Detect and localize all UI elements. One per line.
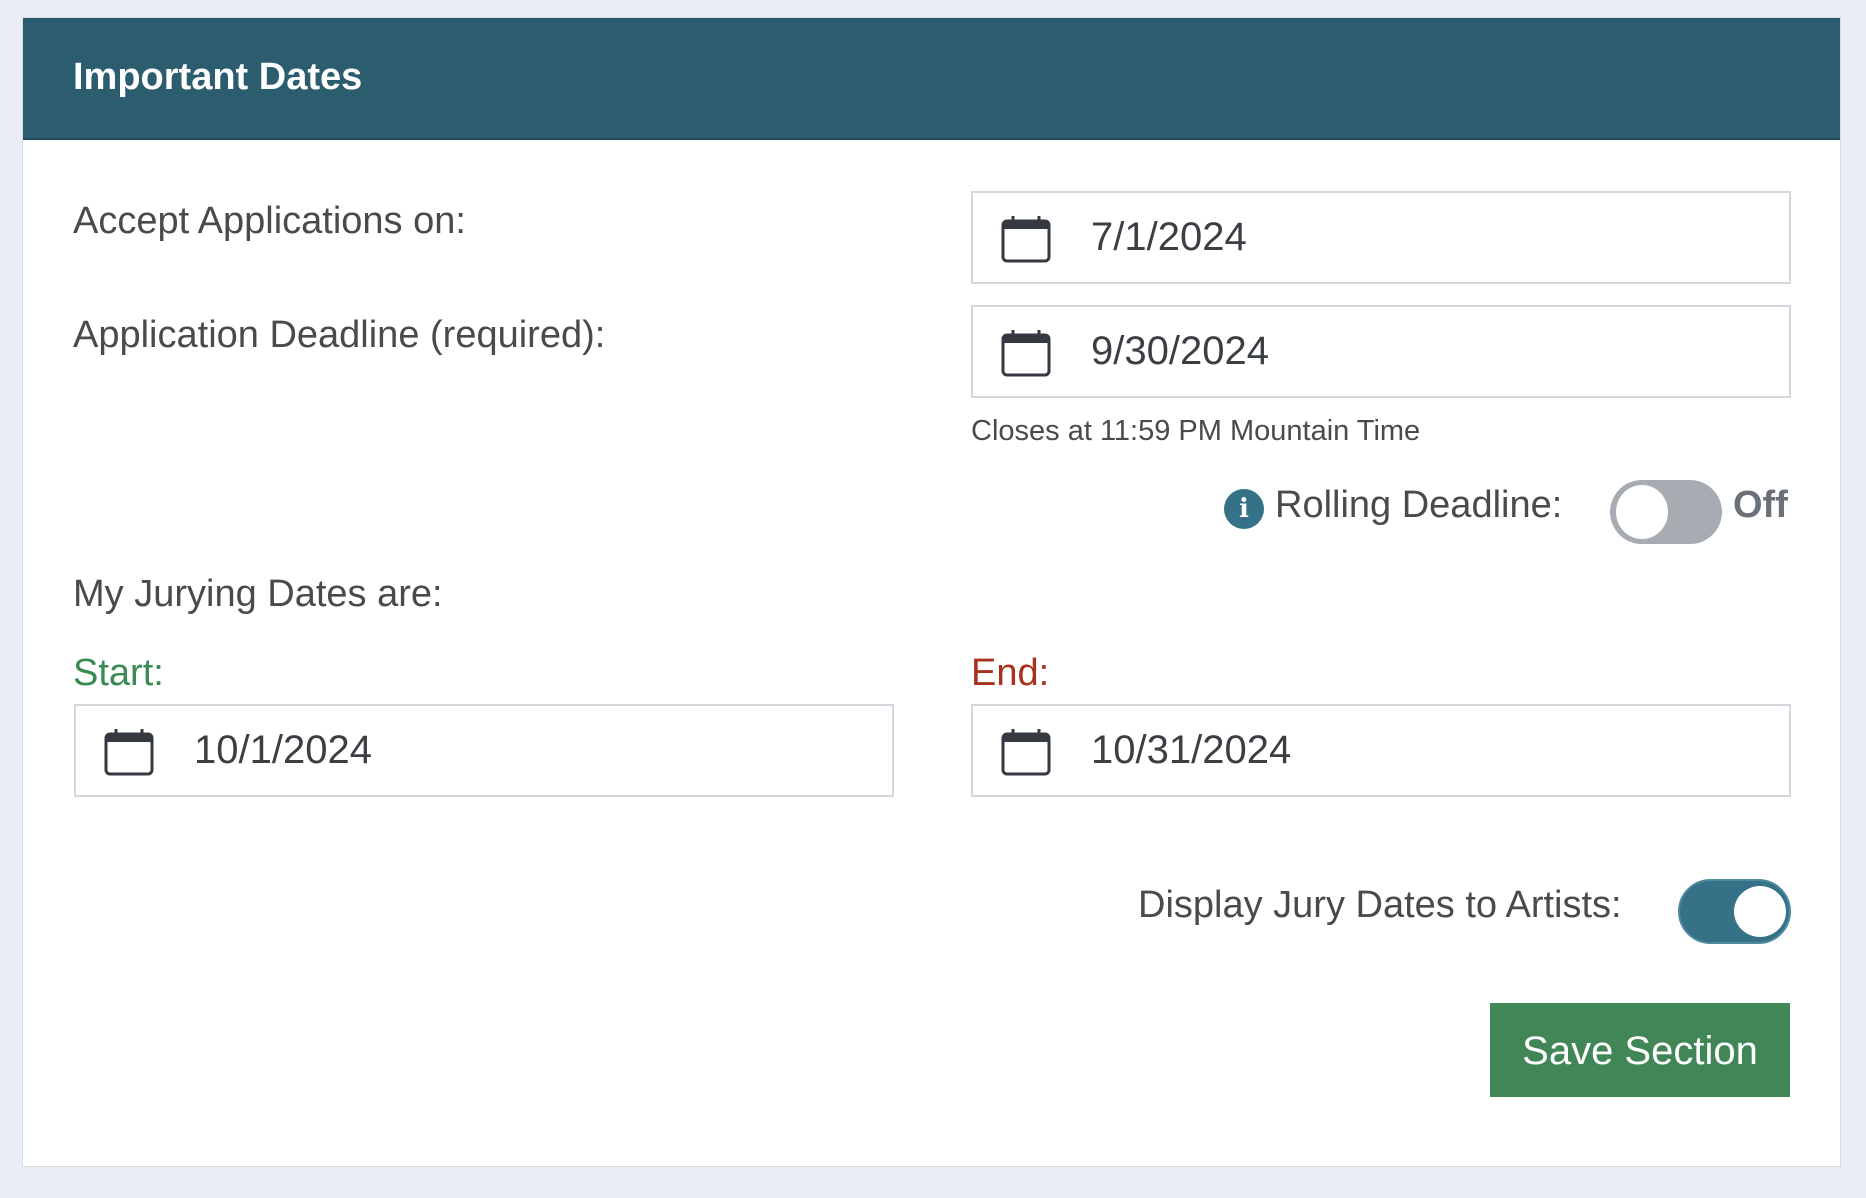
application-deadline-value: 9/30/2024 [1091, 329, 1269, 373]
card-header: Important Dates [23, 18, 1840, 140]
important-dates-card: Important Dates Accept Applications on: … [22, 17, 1841, 1167]
jury-start-date-input[interactable]: 10/1/2024 [74, 704, 894, 797]
toggle-knob [1616, 485, 1668, 539]
jury-end-date-input[interactable]: 10/31/2024 [971, 704, 1791, 797]
display-jury-dates-toggle[interactable] [1678, 879, 1791, 944]
accept-applications-date-input[interactable]: 7/1/2024 [971, 191, 1791, 284]
jurying-dates-heading: My Jurying Dates are: [73, 573, 443, 615]
save-section-button[interactable]: Save Section [1490, 1003, 1790, 1097]
jury-end-value: 10/31/2024 [1091, 728, 1292, 772]
application-deadline-date-input[interactable]: 9/30/2024 [971, 305, 1791, 398]
info-icon[interactable]: i [1224, 489, 1264, 529]
application-deadline-label: Application Deadline (required): [73, 314, 606, 356]
jury-end-label: End: [971, 652, 1050, 694]
rolling-deadline-state: Off [1733, 484, 1788, 526]
calendar-icon [1001, 729, 1051, 776]
rolling-deadline-toggle[interactable] [1610, 480, 1722, 544]
calendar-icon [1001, 330, 1051, 377]
jury-start-label: Start: [73, 652, 164, 694]
rolling-deadline-label: Rolling Deadline: [1275, 484, 1563, 526]
card-title: Important Dates [73, 56, 363, 98]
display-jury-dates-label: Display Jury Dates to Artists: [1138, 884, 1622, 926]
accept-applications-label: Accept Applications on: [73, 200, 466, 242]
accept-applications-value: 7/1/2024 [1091, 215, 1247, 259]
deadline-help-text: Closes at 11:59 PM Mountain Time [971, 415, 1421, 447]
calendar-icon [1001, 216, 1051, 263]
jury-start-value: 10/1/2024 [194, 728, 372, 772]
toggle-knob [1734, 886, 1786, 937]
calendar-icon [104, 729, 154, 776]
